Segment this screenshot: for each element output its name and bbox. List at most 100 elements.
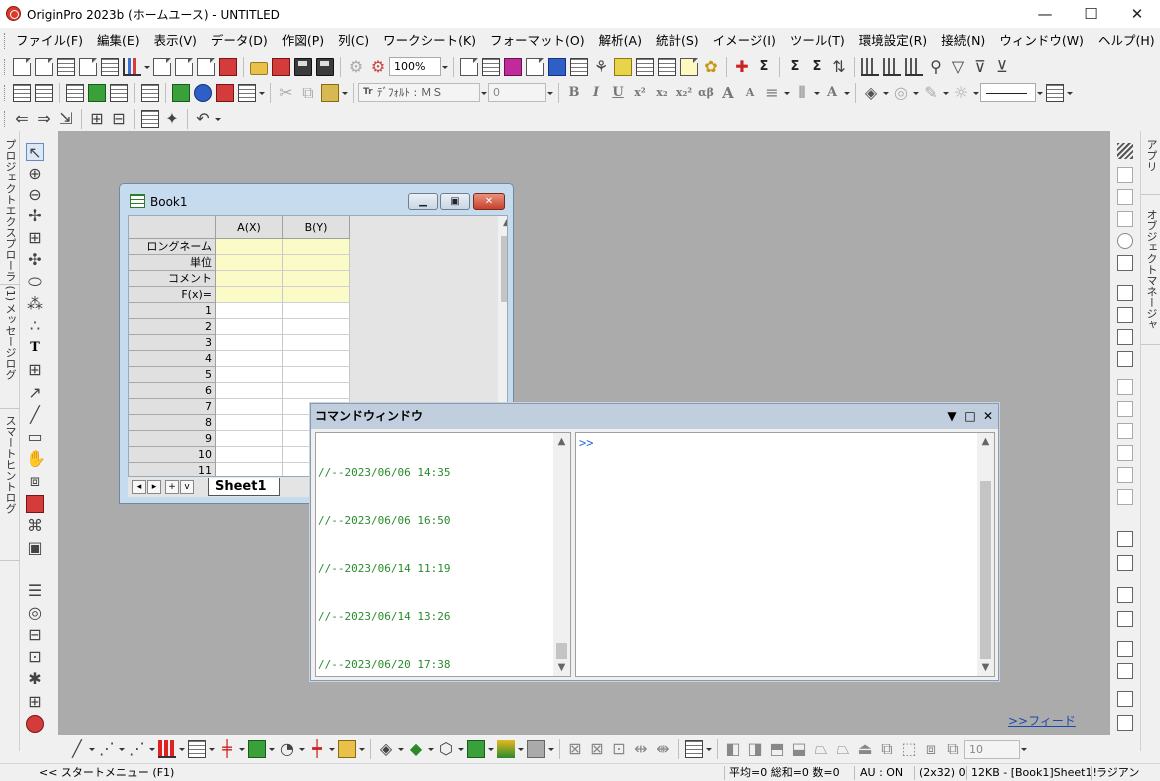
scroll-down-arrow-icon[interactable]: ▼ [553,659,570,676]
find-in-files-icon[interactable] [636,57,654,76]
fill-color-icon[interactable]: ◈ [862,83,880,102]
font-name-combo[interactable]: ﾃﾞﾌｫﾙﾄ : ＭＳ [358,83,480,102]
workbook-minimize-button[interactable]: ▁ [408,193,438,210]
3d-scatter-dropdown[interactable] [427,740,435,758]
start-menu-button[interactable]: << スタートメニュー (F1) [36,764,177,781]
new-excel-icon[interactable] [79,57,97,76]
3d-surface-icon[interactable]: ◈ [377,740,395,758]
group-objects-icon[interactable] [685,740,703,758]
descriptive-stats-icon[interactable]: Σ [808,58,826,76]
line-style-dropdown[interactable] [1036,84,1044,102]
underline-button[interactable]: U [609,84,627,102]
status-autoupdate[interactable]: AU : ON [857,764,906,781]
scroll-up-arrow-icon[interactable]: ▲ [977,433,994,450]
ungroup-icon[interactable]: ⊟ [110,109,128,128]
settings-gear-icon[interactable]: ✿ [702,57,720,76]
new-folder-icon[interactable] [35,57,53,76]
template-library-icon[interactable] [338,740,356,758]
scatter-tool-icon[interactable]: ∴ [26,317,44,335]
tab-project-explorer[interactable]: プロジェクトエクスプローラ (1) [0,135,20,301]
heatmap-icon[interactable] [497,740,515,758]
line-color-icon[interactable]: ✎ [922,83,940,102]
contour-dropdown[interactable] [487,740,495,758]
cell[interactable] [283,367,350,383]
filter-clear-icon[interactable]: ⊽ [971,57,989,76]
script-window-icon[interactable] [570,57,588,76]
command-window[interactable]: コマンドウィンドウ ▼ □ ✕ //--2023/06/06 14:35 //-… [310,403,999,681]
frequency-icon[interactable] [861,57,879,76]
cell[interactable] [216,415,283,431]
lock-position-icon[interactable] [141,109,159,128]
cell[interactable] [216,383,283,399]
supersub-button[interactable]: x₂² [675,84,693,102]
bottom-icon[interactable]: ⬓ [790,740,808,758]
distribute-icon[interactable] [1117,489,1133,505]
data-selector-icon[interactable]: ✣ [26,251,44,269]
column-plot-icon[interactable] [883,57,901,76]
draw-data-icon[interactable]: ⁂ [26,295,44,313]
cell-a-fx[interactable] [216,287,283,303]
row-header[interactable]: 8 [129,415,216,431]
row-header-longname[interactable]: ロングネーム [129,239,216,255]
object-back-icon[interactable]: ⊠ [588,740,606,758]
align-horizontal-icon[interactable]: ⇹ [632,740,650,758]
border-icon[interactable] [1046,83,1064,102]
image-plot-icon[interactable] [527,740,545,758]
row-header[interactable]: 11 [129,463,216,476]
cell-b-fx[interactable] [283,287,350,303]
object-front-icon[interactable]: ⊠ [566,740,584,758]
new-notes-icon[interactable] [197,57,215,76]
same-width-icon[interactable] [1117,611,1133,627]
decrease-font-button[interactable]: A [741,84,759,102]
remove-data-icon[interactable] [216,83,234,102]
cell-a-comments[interactable] [216,271,283,287]
multi-panel-dropdown[interactable] [208,740,216,758]
line-style-combo[interactable] [980,83,1036,102]
cell[interactable] [216,319,283,335]
feed-link[interactable]: >>フィード [1008,712,1076,729]
row-header[interactable]: 4 [129,351,216,367]
cell[interactable] [283,319,350,335]
column-bar-icon[interactable] [158,740,176,758]
italic-button[interactable]: I [587,84,605,102]
right-icon[interactable]: ◨ [746,740,764,758]
column-header-a[interactable]: A(X) [216,216,283,239]
add-sheet-button[interactable]: + [165,480,179,494]
row-header[interactable]: 3 [129,335,216,351]
undo-icon[interactable]: ↶ [194,109,212,128]
zoom-dropdown[interactable] [441,58,449,76]
print-icon[interactable] [460,57,478,76]
layout-icon[interactable]: ⊞ [26,693,44,711]
graph-style-icon[interactable] [1117,255,1133,271]
polar-plot-dropdown[interactable] [298,740,306,758]
align-vertical-icon[interactable] [1117,467,1133,483]
toolbar-grip[interactable] [4,58,7,75]
pointer-tool-icon[interactable]: ↖ [26,143,44,162]
stock-plot-icon[interactable]: ┿ [308,740,326,758]
import-csv-icon[interactable] [110,83,128,102]
select-all-corner[interactable] [129,216,216,239]
move-front-icon[interactable]: ⇲ [57,109,75,128]
shape-d-icon[interactable]: ⧉ [878,740,896,758]
menu-view[interactable]: 表示(V) [147,30,204,52]
merge-icon[interactable]: ⊡ [26,648,44,666]
history-entry[interactable]: //--2023/06/06 14:35 [318,466,450,479]
import-excel-icon[interactable] [88,83,106,102]
save-project-icon[interactable] [294,57,312,76]
scatter-plot-dropdown[interactable] [118,740,126,758]
new-layout-icon[interactable] [175,57,193,76]
new-project-icon[interactable] [13,57,31,76]
row-header-fx[interactable]: F(x)= [129,287,216,303]
shape-f-icon[interactable]: ⧈ [922,740,940,758]
cell-b-longname[interactable] [283,239,350,255]
cell-b-units[interactable] [283,255,350,271]
layer-extract-icon[interactable] [1117,351,1133,367]
line-plot-dropdown[interactable] [88,740,96,758]
data-explorer-icon[interactable] [194,83,212,102]
history-entry[interactable]: //--2023/06/14 13:26 [318,610,450,623]
axis-icon[interactable] [1117,167,1133,183]
toolbar-grip[interactable] [4,84,7,101]
data-connector-icon[interactable] [141,83,159,102]
shape-g-icon[interactable]: ⧉ [944,740,962,758]
layer-merge-icon[interactable] [1117,329,1133,345]
